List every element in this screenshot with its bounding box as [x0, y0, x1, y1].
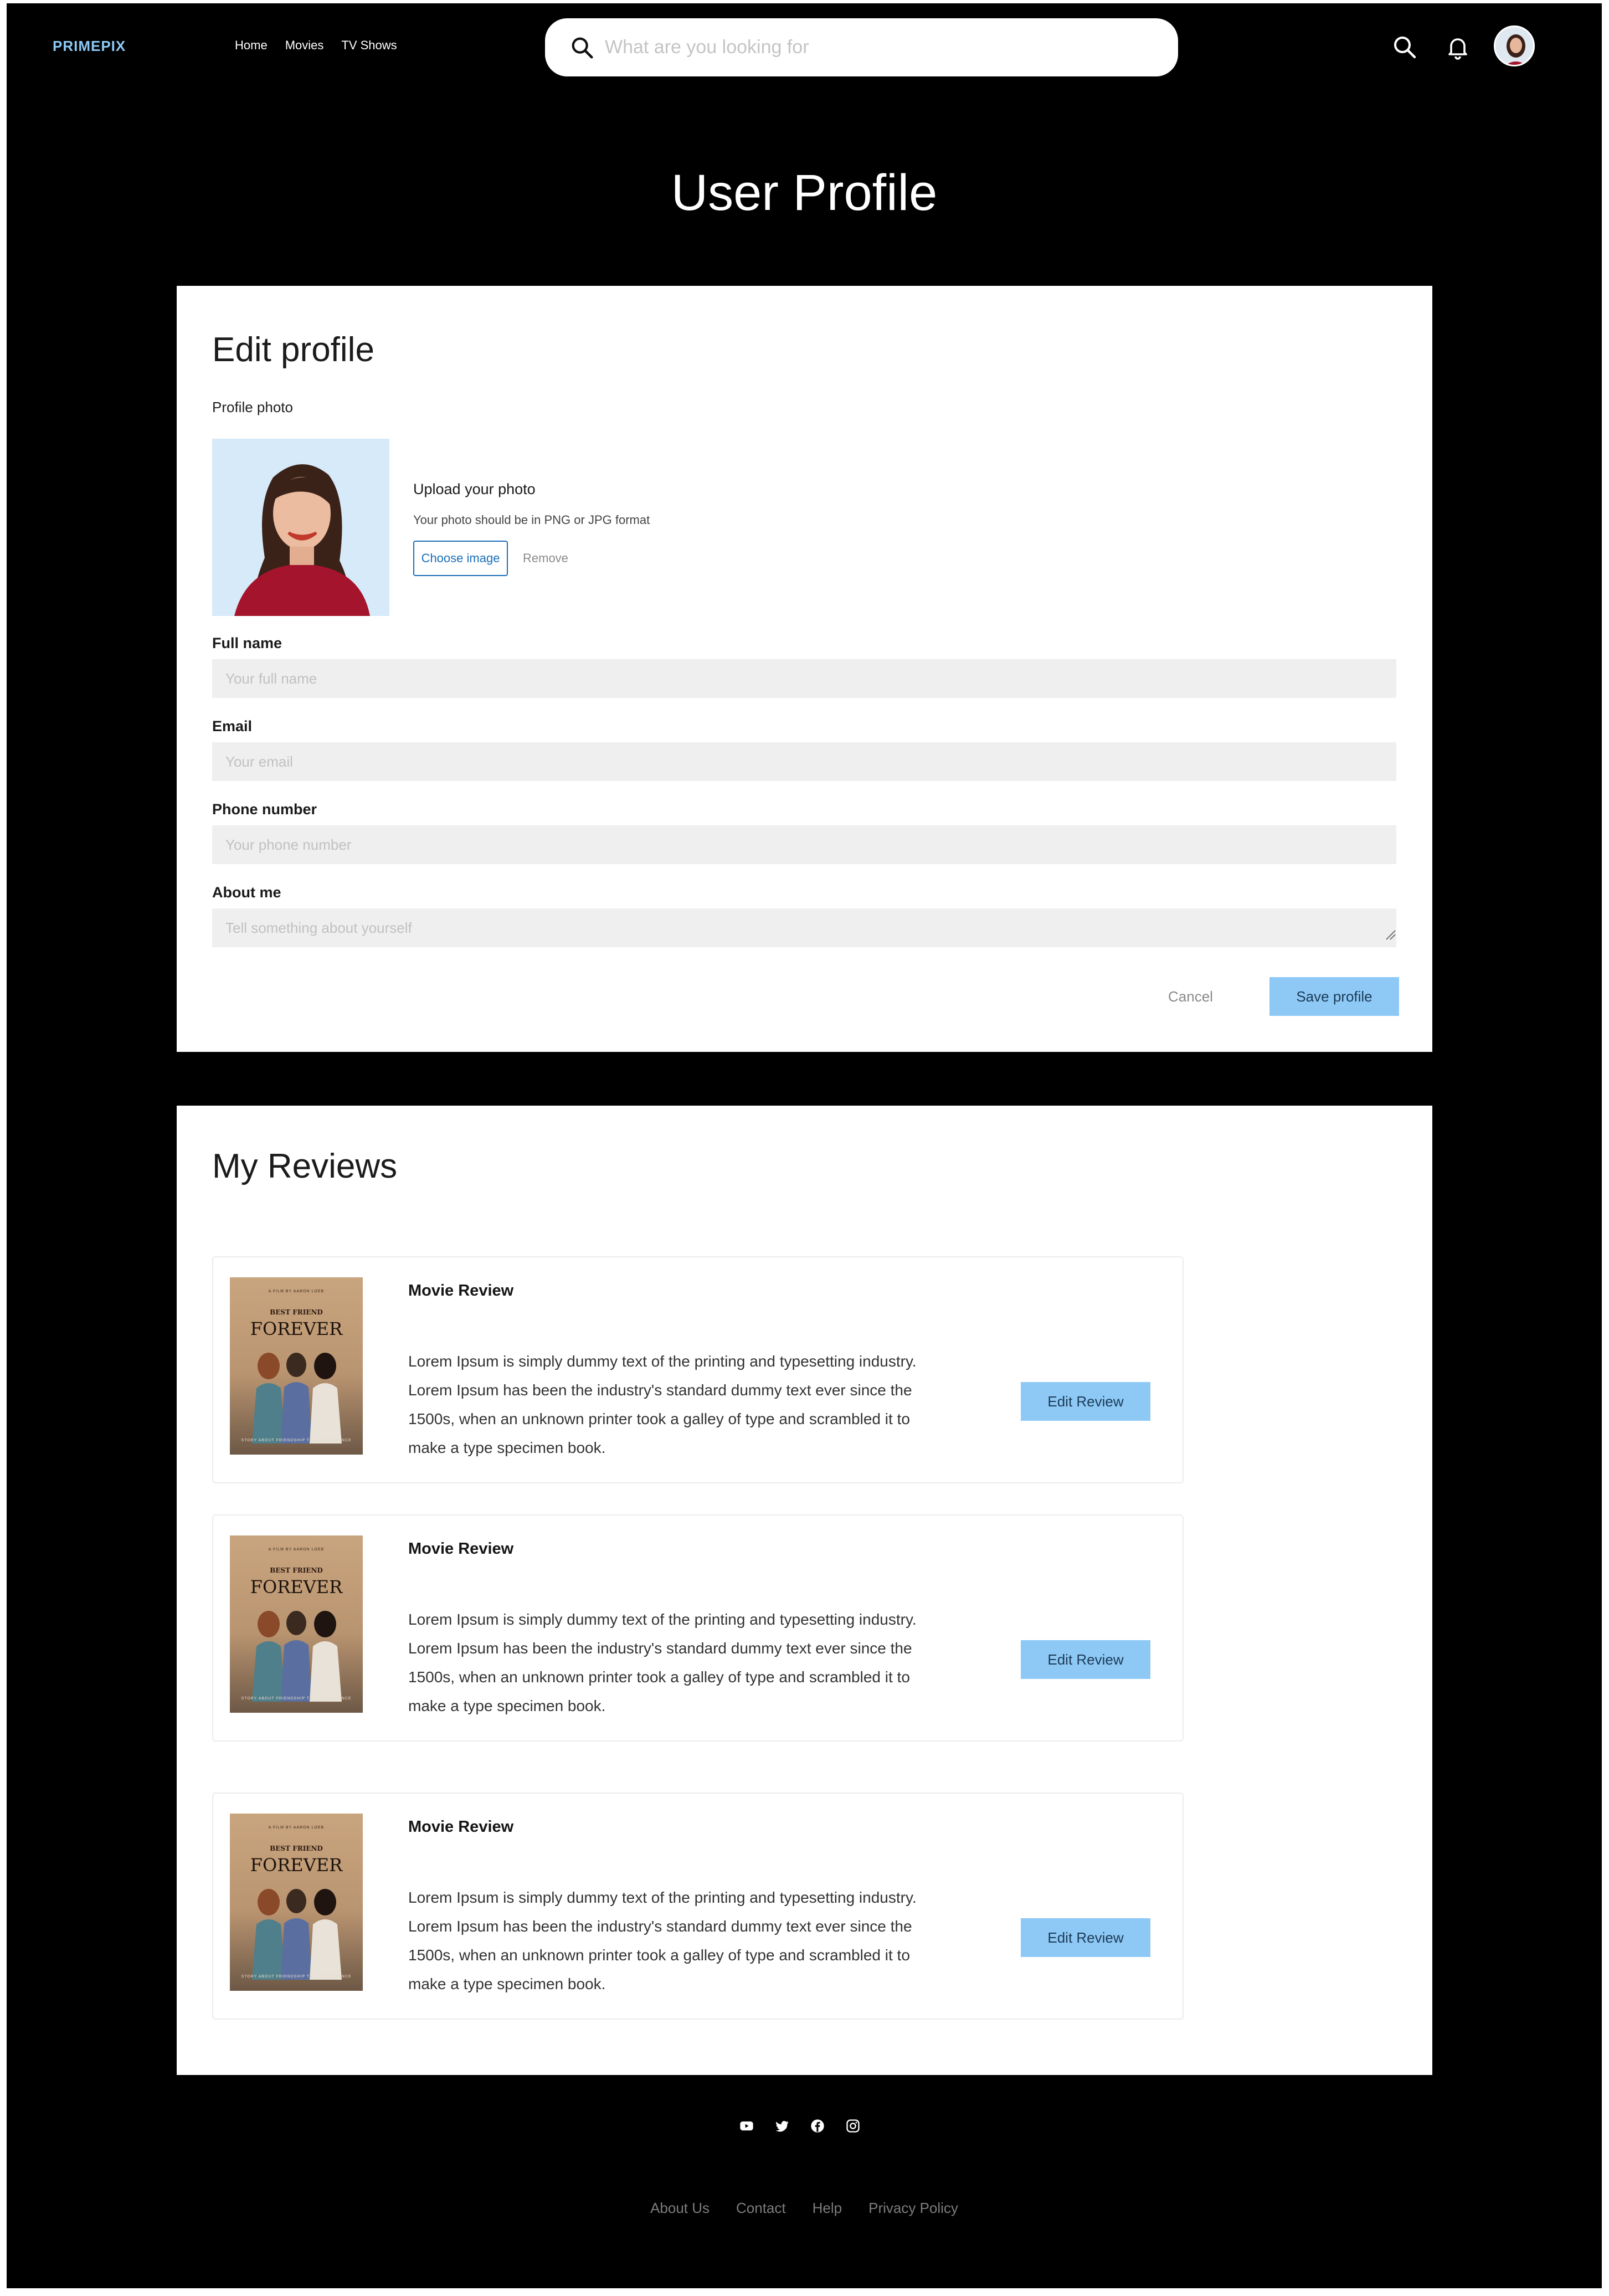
review-heading: Movie Review [408, 1818, 514, 1836]
review-heading: Movie Review [408, 1282, 514, 1299]
resize-grip-icon[interactable] [1384, 928, 1396, 941]
review-item: A FILM BY AARON LOEB BEST FRIEND FOREVER… [212, 1792, 1184, 2020]
movie-poster: A FILM BY AARON LOEB BEST FRIEND FOREVER… [230, 1814, 363, 1991]
full-name-field[interactable] [212, 659, 1396, 698]
instagram-icon[interactable] [845, 2118, 861, 2134]
page-title: User Profile [671, 165, 938, 221]
search-input[interactable] [605, 37, 1103, 58]
footer-link-contact[interactable]: Contact [736, 2200, 786, 2217]
poster-credit: A FILM BY AARON LOEB [268, 1290, 325, 1293]
avatar[interactable] [1494, 25, 1535, 66]
poster-subtitle: BEST FRIEND [270, 1566, 323, 1574]
choose-image-button[interactable]: Choose image [413, 541, 508, 576]
search-icon [572, 37, 593, 59]
my-reviews-title: My Reviews [212, 1147, 398, 1185]
poster-credit: A FILM BY AARON LOEB [268, 1548, 325, 1552]
edit-profile-title: Edit profile [212, 331, 374, 369]
email-label: Email [212, 718, 253, 734]
avatar-image [1495, 27, 1533, 65]
poster-title: FOREVER [250, 1576, 343, 1598]
review-item: A FILM BY AARON LOEB BEST FRIEND FOREVER… [212, 1514, 1184, 1742]
nav-tv-shows[interactable]: TV Shows [341, 38, 397, 53]
full-name-label: Full name [212, 635, 282, 651]
poster-title: FOREVER [250, 1855, 343, 1876]
about-field[interactable] [212, 908, 1396, 947]
search-bar[interactable] [545, 18, 1178, 76]
edit-review-button[interactable]: Edit Review [1021, 1640, 1150, 1679]
remove-photo-button[interactable]: Remove [523, 541, 568, 576]
about-label: About me [212, 884, 281, 901]
poster-tagline: STORY ABOUT FRIENDSHIP TELL OF ROMANCE [241, 1975, 352, 1979]
profile-photo-label: Profile photo [212, 399, 293, 415]
footer-link-privacy[interactable]: Privacy Policy [868, 2200, 958, 2217]
review-heading: Movie Review [408, 1540, 514, 1558]
review-item: A FILM BY AARON LOEB BEST FRIEND FOREVER… [212, 1256, 1184, 1483]
poster-figures [252, 1889, 342, 1980]
review-text: Lorem Ipsum is simply dummy text of the … [408, 1889, 917, 1992]
facebook-icon[interactable] [810, 2118, 825, 2134]
nav-movies[interactable]: Movies [285, 38, 324, 53]
review-text: Lorem Ipsum is simply dummy text of the … [408, 1611, 917, 1714]
profile-photo [212, 439, 389, 616]
poster-figures [252, 1353, 342, 1444]
phone-label: Phone number [212, 801, 317, 818]
poster-tagline: STORY ABOUT FRIENDSHIP TELL OF ROMANCE [241, 1697, 352, 1701]
poster-subtitle: BEST FRIEND [270, 1308, 323, 1316]
poster-figures [252, 1611, 342, 1702]
twitter-icon[interactable] [774, 2118, 790, 2134]
social-links [739, 2118, 861, 2134]
review-text: Lorem Ipsum is simply dummy text of the … [408, 1353, 917, 1456]
search-icon[interactable] [1391, 34, 1418, 60]
edit-review-button[interactable]: Edit Review [1021, 1918, 1150, 1957]
logo[interactable]: PRIMEPIX [53, 38, 126, 55]
poster-tagline: STORY ABOUT FRIENDSHIP TELL OF ROMANCE [241, 1439, 352, 1442]
save-profile-button[interactable]: Save profile [1269, 977, 1399, 1016]
poster-subtitle: BEST FRIEND [270, 1845, 323, 1852]
cancel-button[interactable]: Cancel [1168, 977, 1213, 1016]
bell-icon[interactable] [1444, 34, 1471, 60]
poster-credit: A FILM BY AARON LOEB [268, 1826, 325, 1830]
edit-review-button[interactable]: Edit Review [1021, 1382, 1150, 1421]
upload-hint: Your photo should be in PNG or JPG forma… [413, 513, 650, 527]
poster-title: FOREVER [250, 1318, 343, 1339]
email-field[interactable] [212, 742, 1396, 781]
my-reviews-card: My Reviews A FILM BY AARON LOEB BEST FRI… [177, 1106, 1432, 2075]
movie-poster: A FILM BY AARON LOEB BEST FRIEND FOREVER… [230, 1535, 363, 1713]
youtube-icon[interactable] [739, 2118, 754, 2134]
edit-profile-card: Edit profile Profile photo Upload your p… [177, 286, 1432, 1052]
upload-title: Upload your photo [413, 481, 536, 497]
footer-link-about[interactable]: About Us [650, 2200, 710, 2217]
movie-poster: A FILM BY AARON LOEB BEST FRIEND FOREVER… [230, 1277, 363, 1455]
footer-links: About Us Contact Help Privacy Policy [7, 2200, 1602, 2217]
nav-home[interactable]: Home [235, 38, 268, 53]
phone-field[interactable] [212, 825, 1396, 864]
footer-link-help[interactable]: Help [813, 2200, 842, 2217]
main-nav: Home Movies TV Shows [235, 38, 397, 53]
app-frame: PRIMEPIX Home Movies TV Shows User Profi… [7, 3, 1602, 2288]
